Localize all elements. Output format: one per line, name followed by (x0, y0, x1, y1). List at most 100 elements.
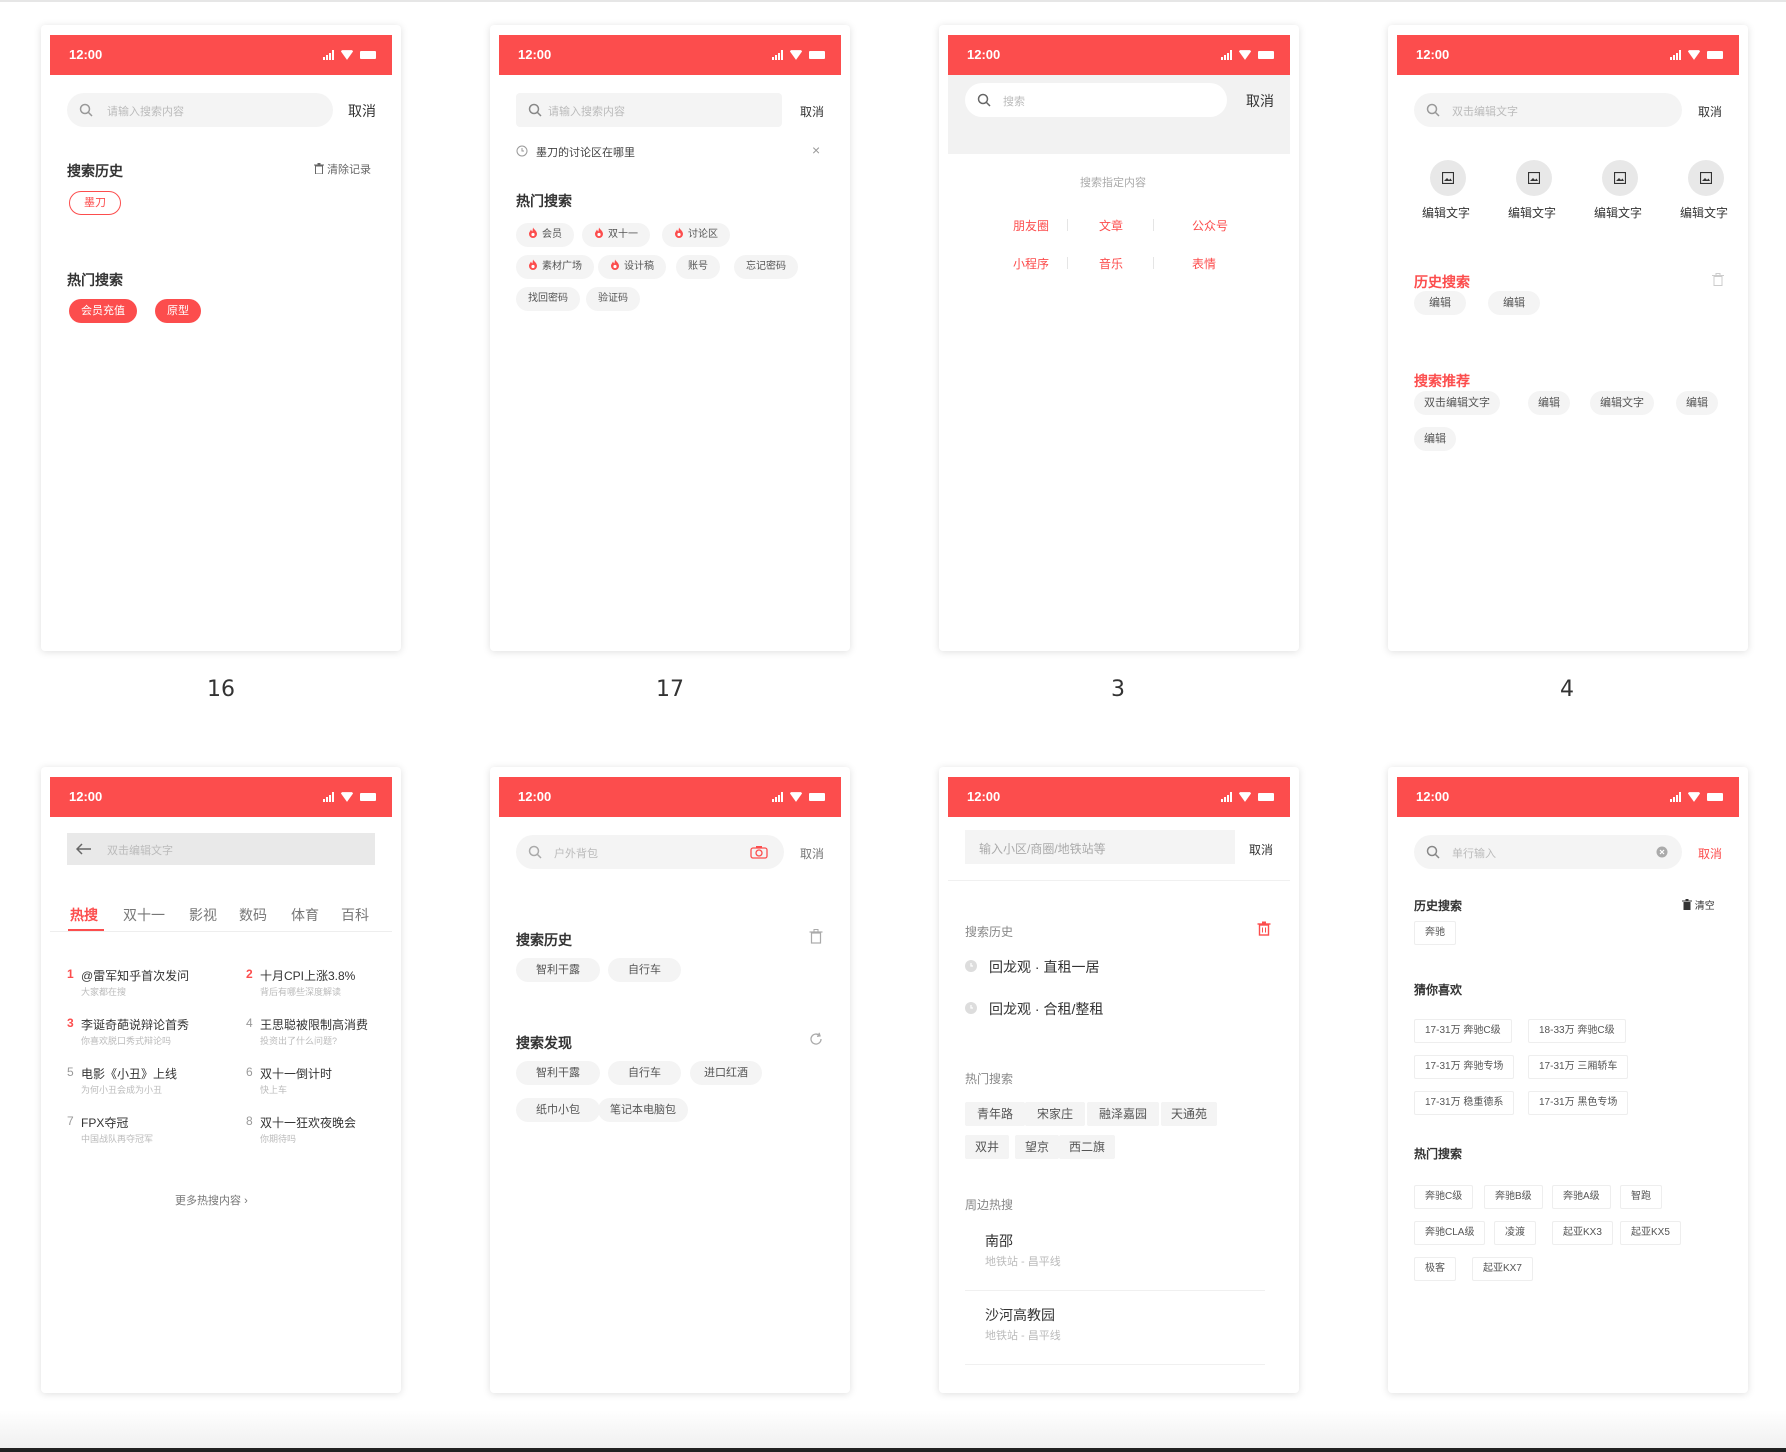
shortcut-item[interactable]: 编辑文字 (1592, 160, 1652, 220)
tab[interactable]: 数码 (239, 905, 267, 925)
hot-tag[interactable]: 奔驰C级 (1414, 1185, 1474, 1209)
category-link[interactable]: 朋友圈 (1013, 217, 1049, 234)
search-input[interactable]: 双击编辑文字 (1414, 93, 1682, 127)
clear-history-button[interactable]: 清空 (1682, 897, 1715, 912)
history-tag[interactable]: 智利干露 (516, 958, 600, 982)
shortcut-item[interactable]: 编辑文字 (1420, 160, 1480, 220)
tab[interactable]: 双十一 (123, 905, 165, 925)
recommend-tag[interactable]: 编辑 (1528, 391, 1570, 415)
hot-tag[interactable]: 账号 (676, 255, 720, 279)
cancel-button[interactable]: 取消 (1698, 103, 1722, 120)
tab[interactable]: 影视 (189, 905, 217, 925)
category-link[interactable]: 文章 (1099, 217, 1123, 234)
category-link[interactable]: 表情 (1192, 255, 1216, 272)
hot-list-item[interactable]: 4 王思聪被限制高消费 投资出了什么问题? (246, 1016, 401, 1052)
like-tag[interactable]: 17-31万 三厢轿车 (1528, 1055, 1629, 1079)
camera-icon[interactable] (750, 845, 768, 859)
cancel-button[interactable]: 取消 (1249, 841, 1273, 858)
nearby-item[interactable]: 南邵 地铁站 - 昌平线 (965, 1231, 1265, 1291)
discover-tag[interactable]: 进口红酒 (690, 1061, 762, 1085)
hot-tag[interactable]: 西二旗 (1059, 1135, 1116, 1159)
hot-list-item[interactable]: 3 李诞奇葩说辩论首秀 你喜欢脱口秀式辩论吗 (67, 1016, 237, 1052)
trash-icon[interactable] (1712, 273, 1724, 286)
history-row[interactable]: 回龙观 · 合租/整租 (965, 997, 1265, 1021)
discover-tag[interactable]: 自行车 (608, 1061, 681, 1085)
shortcut-item[interactable]: 编辑文字 (1506, 160, 1566, 220)
hot-list-item[interactable]: 5 电影《小丑》上线 为何小丑会成为小丑 (67, 1065, 237, 1101)
recommend-tag[interactable]: 编辑 (1414, 427, 1456, 451)
hot-tag[interactable]: 宋家庄 (1025, 1102, 1086, 1126)
category-link[interactable]: 音乐 (1099, 255, 1123, 272)
clear-input-icon[interactable] (1656, 846, 1668, 858)
cancel-button[interactable]: 取消 (1698, 845, 1722, 862)
hot-tag[interactable]: 起亚KX7 (1472, 1257, 1533, 1281)
hot-list-item[interactable]: 7 FPX夺冠 中国战队再夺冠军 (67, 1114, 237, 1150)
hot-tag[interactable]: 素材广场 (516, 255, 594, 279)
history-tag[interactable]: 编辑 (1414, 291, 1466, 315)
tab[interactable]: 百科 (341, 905, 369, 925)
hot-list-item[interactable]: 8 双十一狂欢夜晚会 你期待吗 (246, 1114, 401, 1150)
shortcut-item[interactable]: 编辑文字 (1678, 160, 1738, 220)
search-input[interactable]: 双击编辑文字 (67, 833, 375, 865)
history-tag[interactable]: 编辑 (1488, 291, 1540, 315)
category-link[interactable]: 小程序 (1013, 255, 1049, 272)
trash-icon[interactable] (1257, 921, 1271, 936)
hot-tag[interactable]: 奔驰CLA级 (1414, 1221, 1486, 1245)
recommend-tag[interactable]: 编辑 (1676, 391, 1718, 415)
hot-tag[interactable]: 智跑 (1620, 1185, 1662, 1209)
hot-tag[interactable]: 极客 (1414, 1257, 1456, 1281)
hot-tag[interactable]: 融泽嘉园 (1087, 1102, 1160, 1126)
like-tag[interactable]: 17-31万 黑色专场 (1528, 1091, 1629, 1115)
trash-icon[interactable] (809, 929, 823, 944)
hot-tag[interactable]: 凌渡 (1494, 1221, 1536, 1245)
nearby-item[interactable]: 沙河高教园 地铁站 - 昌平线 (965, 1305, 1265, 1365)
like-tag[interactable]: 17-31万 奔驰C级 (1414, 1019, 1512, 1043)
recent-search-row[interactable]: 墨刀的讨论区在哪里 × (516, 142, 826, 162)
tab[interactable]: 体育 (291, 905, 319, 925)
hot-tag[interactable]: 双井 (965, 1135, 1010, 1159)
refresh-icon[interactable] (809, 1032, 823, 1046)
hot-tag[interactable]: 望京 (1015, 1135, 1060, 1159)
search-input[interactable]: 户外背包 (516, 835, 784, 869)
like-tag[interactable]: 17-31万 奔驰专场 (1414, 1055, 1515, 1079)
hot-list-item[interactable]: 2 十月CPI上涨3.8% 背后有哪些深度解读 (246, 967, 401, 1003)
back-arrow-icon[interactable] (76, 843, 92, 855)
history-tag[interactable]: 墨刀 (69, 191, 121, 215)
history-tag[interactable]: 奔驰 (1414, 921, 1456, 945)
hot-tag[interactable]: 天通苑 (1161, 1102, 1218, 1126)
search-input[interactable]: 输入小区/商圈/地铁站等 (965, 830, 1235, 864)
search-input[interactable]: 请输入搜索内容 (67, 93, 333, 127)
search-input[interactable]: 搜索 (965, 83, 1227, 117)
hot-tag[interactable]: 原型 (155, 299, 201, 323)
category-link[interactable]: 公众号 (1192, 217, 1228, 234)
hot-tag[interactable]: 验证码 (586, 287, 640, 311)
search-input[interactable]: 单行输入 (1414, 835, 1682, 869)
search-input[interactable]: 请输入搜索内容 (516, 93, 782, 127)
hot-tag[interactable]: 奔驰B级 (1484, 1185, 1543, 1209)
hot-tag[interactable]: 找回密码 (516, 287, 580, 311)
cancel-button[interactable]: 取消 (348, 101, 376, 121)
history-tag[interactable]: 自行车 (608, 958, 681, 982)
hot-tag[interactable]: 起亚KX5 (1620, 1221, 1681, 1245)
cancel-button[interactable]: 取消 (1246, 91, 1274, 111)
discover-tag[interactable]: 纸巾小包 (516, 1098, 600, 1122)
like-tag[interactable]: 17-31万 稳重德系 (1414, 1091, 1515, 1115)
hot-tag[interactable]: 青年路 (965, 1102, 1026, 1126)
hot-tag[interactable]: 会员充值 (69, 299, 137, 323)
discover-tag[interactable]: 智利干露 (516, 1061, 600, 1085)
recommend-tag[interactable]: 编辑文字 (1590, 391, 1654, 415)
cancel-button[interactable]: 取消 (800, 103, 824, 120)
hot-tag[interactable]: 奔驰A级 (1552, 1185, 1611, 1209)
tab[interactable]: 热搜 (70, 905, 98, 925)
hot-list-item[interactable]: 6 双十一倒计时 快上车 (246, 1065, 401, 1101)
hot-tag[interactable]: 双十一 (582, 223, 650, 247)
recommend-tag[interactable]: 双击编辑文字 (1414, 391, 1500, 415)
hot-tag[interactable]: 忘记密码 (734, 255, 798, 279)
hot-tag[interactable]: 会员 (516, 223, 574, 247)
hot-tag[interactable]: 讨论区 (662, 223, 730, 247)
discover-tag[interactable]: 笔记本电脑包 (598, 1098, 688, 1122)
history-row[interactable]: 回龙观 · 直租一居 (965, 955, 1265, 979)
hot-tag[interactable]: 设计稿 (598, 255, 666, 279)
more-hot-link[interactable]: 更多热搜内容 › (175, 1192, 248, 1208)
hot-list-item[interactable]: 1 @雷军知乎首次发问 大家都在搜 (67, 967, 237, 1003)
